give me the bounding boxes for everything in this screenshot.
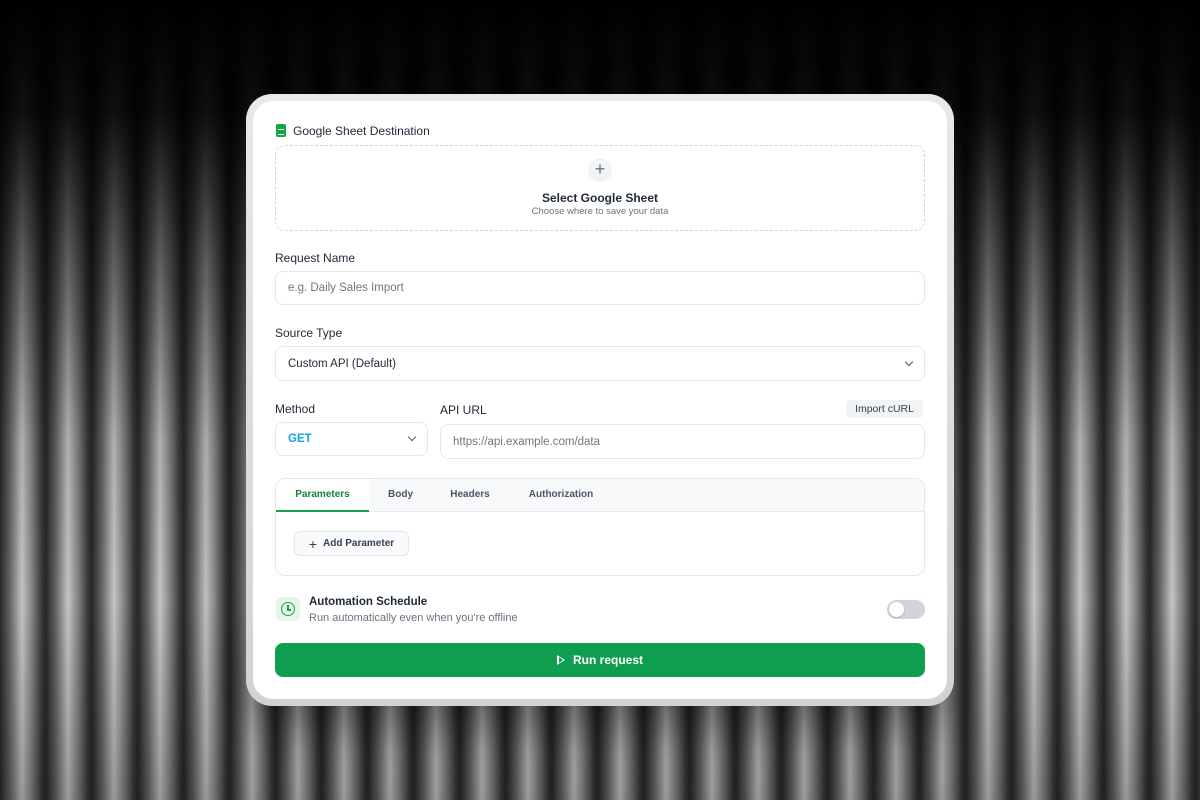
run-request-button[interactable]: Run request: [275, 643, 925, 677]
chevron-down-icon: [407, 432, 417, 442]
source-type-label: Source Type: [275, 326, 343, 340]
add-parameter-label: Add Parameter: [323, 538, 395, 549]
destination-title: Google Sheet Destination: [293, 124, 430, 138]
chevron-down-icon: [904, 357, 914, 366]
automation-toggle[interactable]: [887, 600, 925, 619]
api-url-label: API URL: [440, 403, 487, 417]
plus-icon[interactable]: +: [588, 158, 612, 182]
add-parameter-button[interactable]: + Add Parameter: [294, 531, 409, 556]
request-name-input[interactable]: [275, 271, 925, 305]
select-sheet-subtitle: Choose where to save your data: [531, 206, 669, 217]
toggle-knob: [889, 602, 904, 617]
api-url-input[interactable]: [440, 424, 925, 459]
run-request-label: Run request: [572, 653, 643, 667]
request-name-label: Request Name: [275, 251, 356, 265]
play-icon: [556, 655, 565, 665]
tab-authorization[interactable]: Authorization: [508, 479, 614, 512]
select-sheet-title: Select Google Sheet: [541, 191, 659, 205]
clock-icon: [276, 597, 300, 621]
automation-title: Automation Schedule: [309, 596, 428, 608]
source-type-value: Custom API (Default): [288, 357, 397, 370]
automation-subtitle: Run automatically even when you're offli…: [309, 612, 518, 624]
google-sheet-icon: [276, 124, 286, 137]
method-value: GET: [288, 433, 312, 445]
tab-parameters[interactable]: Parameters: [276, 479, 369, 512]
method-select[interactable]: GET: [275, 422, 428, 456]
method-label: Method: [275, 402, 316, 416]
tab-headers[interactable]: Headers: [432, 479, 508, 512]
tab-bar: Parameters Body Headers Authorization: [276, 479, 924, 512]
import-curl-button[interactable]: Import cURL: [846, 400, 923, 418]
request-tabs-panel: Parameters Body Headers Authorization: [275, 478, 925, 576]
plus-icon: +: [308, 535, 318, 552]
tab-body[interactable]: Body: [369, 479, 432, 512]
source-type-select[interactable]: Custom API (Default): [275, 346, 925, 381]
